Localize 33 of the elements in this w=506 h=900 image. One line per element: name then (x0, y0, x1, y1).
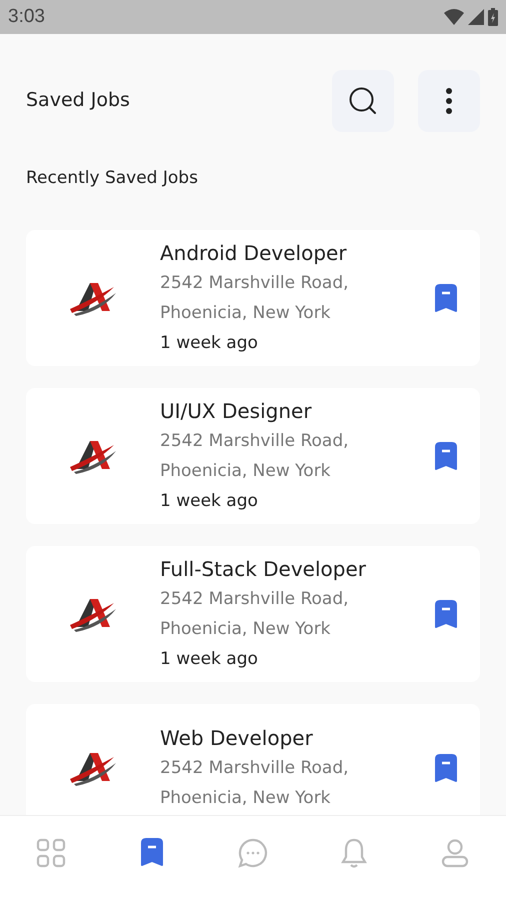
search-icon (348, 86, 378, 116)
posted-time: 1 week ago (160, 332, 259, 354)
chat-icon (238, 838, 268, 868)
job-address: 2542 Marshville Road, Phoenicia, New York (160, 756, 350, 810)
job-card[interactable]: Web Developer 2542 Marshville Road, Phoenicia, New York (26, 704, 480, 815)
posted-time: 1 week ago (160, 648, 259, 670)
more-icon (445, 88, 453, 114)
job-title: Web Developer (160, 724, 314, 752)
bell-icon (339, 838, 370, 868)
job-card[interactable]: Android Developer 2542 Marshville Road, Phoenicia, New York 1 week ago (26, 230, 480, 366)
bookmark-icon[interactable] (434, 284, 458, 312)
job-address: 2542 Marshville Road, Phoenicia, New York (160, 272, 350, 324)
page-title: Saved Jobs (26, 88, 130, 114)
job-address: 2542 Marshville Road, Phoenicia, New York (160, 430, 350, 482)
grid-icon (36, 838, 66, 868)
more-button[interactable] (418, 70, 480, 132)
status-time: 3:03 (8, 4, 45, 29)
section-title: Recently Saved Jobs (25, 167, 199, 190)
search-button[interactable] (332, 70, 394, 132)
battery-icon (488, 8, 498, 26)
wifi-icon (444, 9, 464, 25)
job-title: UI/UX Designer (160, 398, 313, 424)
job-card[interactable]: UI/UX Designer 2542 Marshville Road, Phoenicia, New York 1 week ago (26, 388, 480, 524)
bookmark-icon[interactable] (434, 600, 458, 628)
posted-time: 1 week ago (160, 490, 259, 512)
job-card[interactable]: Full-Stack Developer 2542 Marshville Road, Phoenicia, New York 1 week ago (26, 546, 480, 682)
job-title: Android Developer (160, 240, 348, 266)
job-address: 2542 Marshville Road, Phoenicia, New York (160, 588, 350, 640)
signal-icon (468, 9, 484, 25)
bookmark-icon[interactable] (434, 754, 458, 782)
profile-icon (440, 838, 470, 868)
bookmark-icon[interactable] (434, 442, 458, 470)
job-title: Full-Stack Developer (160, 556, 368, 582)
